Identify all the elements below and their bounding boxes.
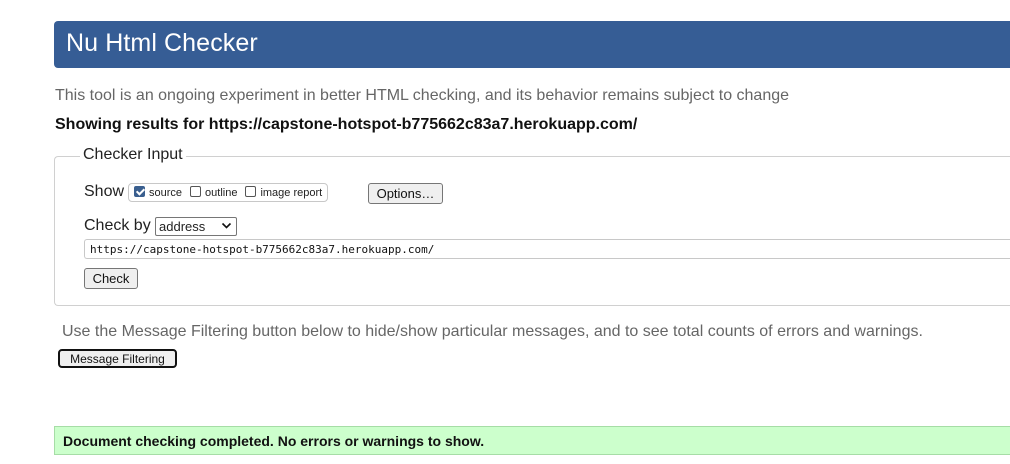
source-checkbox[interactable]: [134, 186, 145, 197]
intro-subtitle: This tool is an ongoing experiment in be…: [55, 87, 790, 104]
options-button[interactable]: Options…: [368, 183, 443, 204]
checker-input-legend: Checker Input: [80, 146, 186, 164]
header-banner: Nu Html Checker: [54, 21, 1010, 68]
check-by-label: Check by: [84, 217, 151, 234]
image-report-checkbox[interactable]: [245, 186, 257, 197]
outline-checkbox[interactable]: [190, 186, 202, 197]
message-filtering-button[interactable]: Message Filtering: [58, 349, 177, 368]
show-options-group: source outline image report: [128, 183, 329, 202]
page: Nu Html Checker This tool is an ongoing …: [0, 0, 1010, 464]
image-report-checkbox-label: image report: [260, 186, 323, 199]
show-image-report-option[interactable]: image report: [245, 186, 323, 199]
show-label: Show: [84, 183, 125, 200]
result-success-banner: Document checking completed. No errors o…: [54, 426, 1010, 455]
source-checkbox-label: source: [149, 186, 183, 199]
results-for-text: Showing results for https://capstone-hot…: [55, 116, 638, 133]
url-input[interactable]: https://capstone-hotspot-b775662c83a7.he…: [84, 239, 1010, 259]
filtering-note: Use the Message Filtering button below t…: [62, 323, 923, 340]
show-source-option[interactable]: source: [134, 186, 183, 199]
page-title: Nu Html Checker: [66, 29, 258, 57]
check-by-select[interactable]: address: [155, 217, 237, 236]
check-by-selected-value: address: [159, 219, 206, 234]
show-outline-option[interactable]: outline: [190, 186, 238, 199]
check-button[interactable]: Check: [84, 268, 138, 289]
chevron-down-icon: [221, 222, 232, 229]
outline-checkbox-label: outline: [205, 186, 238, 199]
